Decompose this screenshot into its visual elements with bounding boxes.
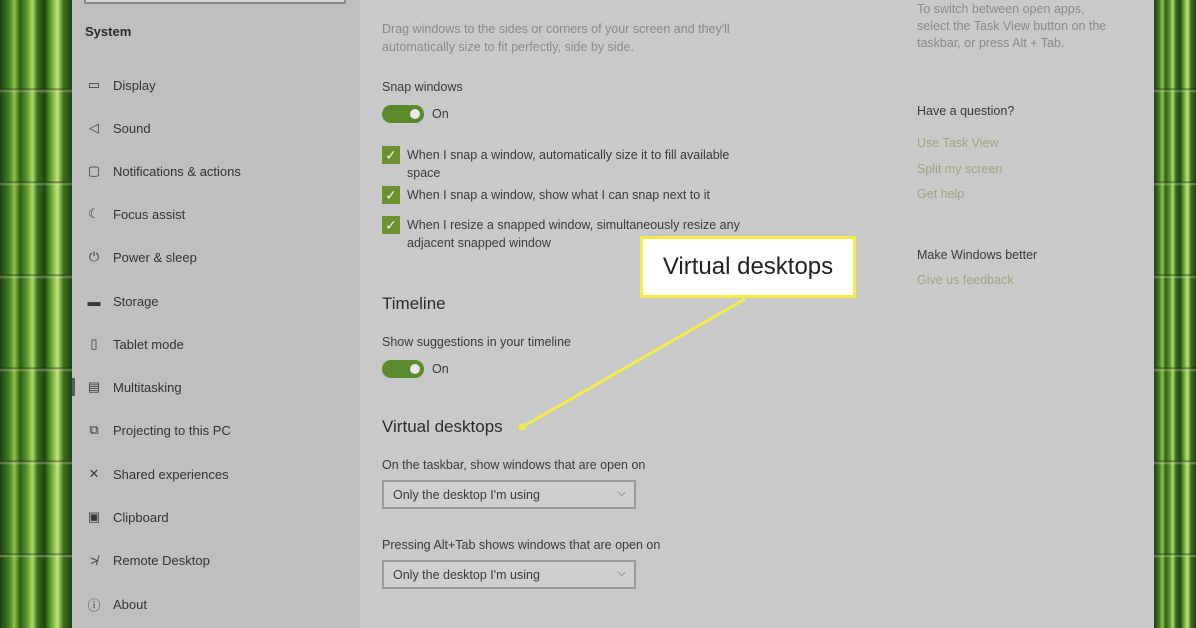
sidebar-item-storage[interactable]: ▬ Storage (72, 286, 360, 316)
callout-label: Virtual desktops (640, 236, 856, 298)
sidebar-item-label: Power & sleep (113, 249, 197, 265)
snap-windows-toggle[interactable] (382, 105, 424, 123)
sidebar-item-label: Storage (113, 293, 159, 309)
snap-description: Drag windows to the sides or corners of … (382, 22, 730, 36)
speaker-icon: ◁ (89, 120, 99, 135)
tip-text: To switch between open apps, (917, 2, 1085, 16)
sidebar-item-label: Clipboard (113, 509, 169, 525)
link-give-feedback[interactable]: Give us feedback (917, 273, 1014, 287)
display-icon: ▭ (87, 77, 101, 92)
chevron-down-icon: ⌵ (617, 567, 626, 579)
tip-text-cont2: taskbar, or press Alt + Tab. (917, 36, 1065, 50)
vd-alttab-dropdown[interactable]: Only the desktop I'm using ⌵ (382, 560, 636, 589)
sidebar-item-label: Sound (113, 120, 151, 136)
snap-description-cont: automatically size to fit perfectly, sid… (382, 40, 634, 54)
main-content: Drag windows to the sides or corners of … (360, 0, 1154, 628)
sidebar-item-label: Shared experiences (113, 466, 229, 482)
sidebar-item-label: About (113, 596, 147, 612)
sidebar-item-remote-desktop[interactable]: ≯ Remote Desktop (72, 545, 360, 575)
timeline-label: Show suggestions in your timeline (382, 335, 571, 349)
sidebar-item-label: Projecting to this PC (113, 422, 231, 438)
notification-icon: ▢ (87, 163, 101, 178)
vd-taskbar-label: On the taskbar, show windows that are op… (382, 458, 646, 472)
sidebar-item-label: Multitasking (113, 379, 182, 395)
power-icon: ⏻ (88, 249, 100, 264)
info-icon: ⓘ (87, 597, 101, 613)
snap-resize-label-cont: adjacent snapped window (407, 236, 551, 250)
settings-window: System ▭ Display ◁ Sound ▢ Notifications… (72, 0, 1154, 628)
snap-resize-label: When I resize a snapped window, simultan… (407, 218, 740, 232)
snap-assist-checkbox[interactable]: ✓ (382, 186, 400, 204)
vd-taskbar-value: Only the desktop I'm using (393, 488, 540, 502)
clipboard-icon: ▣ (87, 509, 101, 524)
search-input[interactable] (84, 0, 346, 4)
vd-alttab-value: Only the desktop I'm using (393, 568, 540, 582)
sidebar-item-about[interactable]: ⓘ About (72, 589, 360, 619)
link-split-screen[interactable]: Split my screen (917, 162, 1002, 176)
snap-fill-label-cont: space (407, 166, 441, 180)
sidebar-item-label: Focus assist (113, 206, 186, 222)
sidebar-item-notifications[interactable]: ▢ Notifications & actions (72, 156, 360, 186)
timeline-heading: Timeline (382, 294, 446, 313)
snap-windows-label: Snap windows (382, 80, 463, 94)
sidebar-item-display[interactable]: ▭ Display (72, 70, 360, 100)
sidebar-item-label: Remote Desktop (113, 552, 210, 568)
snap-assist-label: When I snap a window, show what I can sn… (407, 188, 710, 202)
sidebar-item-power-sleep[interactable]: ⏻ Power & sleep (72, 242, 360, 272)
virtual-desktops-heading: Virtual desktops (382, 417, 503, 436)
projector-icon: ⧉ (89, 422, 99, 437)
moon-icon: ☾ (88, 206, 100, 221)
sidebar-item-label: Display (113, 77, 156, 93)
snap-fill-label: When I snap a window, automatically size… (407, 148, 730, 162)
tablet-icon: ▯ (90, 336, 98, 351)
multitasking-icon: ▤ (87, 379, 101, 394)
sidebar: System ▭ Display ◁ Sound ▢ Notifications… (72, 0, 360, 628)
timeline-toggle-state: On (432, 362, 449, 376)
snap-toggle-state: On (432, 107, 449, 121)
sidebar-item-projecting[interactable]: ⧉ Projecting to this PC (72, 415, 360, 445)
sidebar-item-label: Tablet mode (113, 336, 184, 352)
shared-icon: ✕ (88, 466, 100, 481)
sidebar-item-label: Notifications & actions (113, 163, 241, 179)
vd-alttab-label: Pressing Alt+Tab shows windows that are … (382, 538, 661, 552)
storage-icon: ▬ (87, 293, 101, 309)
feedback-heading: Make Windows better (917, 248, 1038, 262)
sidebar-item-sound[interactable]: ◁ Sound (72, 113, 360, 143)
question-heading: Have a question? (917, 104, 1015, 118)
sidebar-item-clipboard[interactable]: ▣ Clipboard (72, 502, 360, 532)
link-get-help[interactable]: Get help (917, 187, 964, 201)
timeline-toggle[interactable] (382, 360, 424, 378)
sidebar-item-multitasking[interactable]: ▤ Multitasking (72, 372, 360, 402)
snap-resize-checkbox[interactable]: ✓ (382, 216, 400, 234)
tip-text-cont: select the Task View button on the (917, 19, 1107, 33)
sidebar-item-shared-experiences[interactable]: ✕ Shared experiences (72, 459, 360, 489)
desktop-background-right (1154, 0, 1196, 628)
sidebar-section-title: System (85, 24, 132, 39)
vd-taskbar-dropdown[interactable]: Only the desktop I'm using ⌵ (382, 480, 636, 509)
snap-fill-checkbox[interactable]: ✓ (382, 146, 400, 164)
sidebar-item-tablet-mode[interactable]: ▯ Tablet mode (72, 329, 360, 359)
remote-icon: ≯ (90, 552, 98, 568)
desktop-background-left (0, 0, 72, 628)
link-use-task-view[interactable]: Use Task View (917, 136, 999, 150)
chevron-down-icon: ⌵ (617, 487, 626, 499)
sidebar-item-focus-assist[interactable]: ☾ Focus assist (72, 199, 360, 229)
